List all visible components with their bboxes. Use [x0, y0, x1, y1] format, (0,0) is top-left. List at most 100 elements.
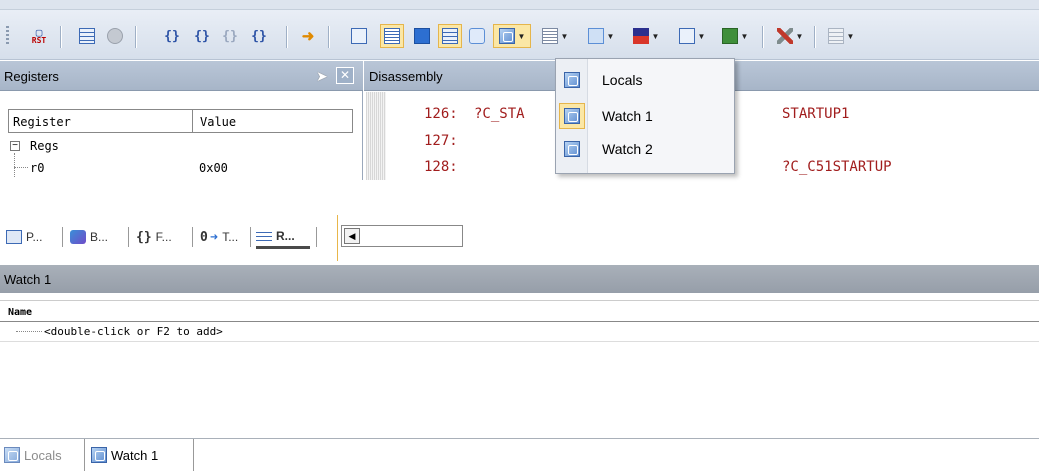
- registers-window-button[interactable]: [438, 24, 462, 48]
- run-button[interactable]: [75, 24, 99, 48]
- menu-icon-box: [559, 67, 585, 93]
- arrow-right-icon: ➜: [209, 231, 219, 243]
- chevron-down-icon: ▼: [517, 31, 526, 41]
- command-window-icon: [351, 28, 367, 44]
- tab-label: R...: [276, 228, 295, 243]
- value-column-header[interactable]: Value: [200, 115, 236, 129]
- tab-functions[interactable]: {} F...: [136, 225, 172, 249]
- tab-templates[interactable]: 0 ➜ T...: [200, 225, 238, 249]
- watch-column-header: Name: [0, 300, 1039, 322]
- tab-label: P...: [26, 230, 43, 244]
- tab-separator: [316, 227, 317, 247]
- code-operand: STARTUP1: [782, 106, 850, 122]
- system-viewer-dropdown[interactable]: ▼: [716, 24, 754, 48]
- trace-windows-dropdown[interactable]: ▼: [673, 24, 711, 48]
- chevron-down-icon: ▼: [697, 31, 706, 41]
- register-row[interactable]: r0 0x00: [14, 153, 314, 179]
- name-column-header[interactable]: Name: [8, 307, 32, 318]
- menu-item-watch-1[interactable]: Watch 1: [558, 101, 732, 131]
- close-icon[interactable]: ✕: [336, 67, 354, 84]
- toolbox-dropdown[interactable]: ▼: [771, 24, 809, 48]
- menu-icon-box: [559, 103, 585, 129]
- tab-books[interactable]: B...: [70, 225, 108, 249]
- symbols-window-button[interactable]: [410, 24, 434, 48]
- column-divider[interactable]: [192, 110, 193, 132]
- disassembly-title: Disassembly: [369, 69, 443, 84]
- tab-label: Watch 1: [111, 447, 159, 463]
- collapse-icon[interactable]: −: [10, 141, 20, 151]
- step-into-button[interactable]: {}: [160, 24, 184, 48]
- tab-label: F...: [155, 230, 172, 244]
- trace-windows-icon: [678, 28, 695, 44]
- chevron-down-icon: ▼: [846, 31, 855, 41]
- project-icon: [6, 230, 22, 244]
- register-value[interactable]: 0x00: [199, 161, 228, 175]
- chevron-down-icon: ▼: [740, 31, 749, 41]
- tab-label: Locals: [24, 447, 62, 463]
- disassembly-window-icon: [384, 28, 400, 44]
- locals-icon: [564, 72, 580, 88]
- line-number: 127:: [424, 133, 458, 149]
- step-over-icon: {}: [194, 28, 210, 44]
- watch-windows-icon: [498, 28, 515, 44]
- tab-locals[interactable]: Locals: [4, 439, 62, 471]
- show-next-statement-button[interactable]: ➜: [296, 24, 320, 48]
- tab-separator: [62, 227, 63, 247]
- stop-button[interactable]: [103, 24, 127, 48]
- serial-windows-dropdown[interactable]: ▼: [582, 24, 620, 48]
- watch-icon: [564, 141, 580, 157]
- register-name: r0: [30, 161, 45, 175]
- watch-tab-strip: Locals Watch 1: [0, 438, 1039, 473]
- watch-windows-menu: Locals Watch 1 Watch 2: [555, 58, 735, 174]
- menu-item-watch-2[interactable]: Watch 2: [558, 134, 732, 164]
- watch-windows-dropdown[interactable]: ▼: [493, 24, 531, 48]
- step-out-button[interactable]: {}: [218, 24, 242, 48]
- toolbar-grip[interactable]: [6, 26, 9, 46]
- memory-windows-dropdown[interactable]: ▼: [536, 24, 574, 48]
- register-column-header[interactable]: Register: [13, 115, 71, 129]
- scroll-left-icon[interactable]: ◀: [344, 228, 360, 244]
- command-window-button[interactable]: [347, 24, 371, 48]
- symbols-window-icon: [414, 28, 430, 44]
- watch-title: Watch 1: [4, 272, 52, 287]
- tab-watch-1[interactable]: Watch 1: [84, 439, 194, 471]
- toolbar-separator: [814, 26, 815, 48]
- menu-item-locals[interactable]: Locals: [558, 65, 732, 95]
- tab-label: B...: [90, 230, 109, 244]
- menu-icon-box: [559, 136, 585, 162]
- watch-icon: [564, 108, 580, 124]
- project-tab-strip: P... B... {} F... 0 ➜ T... R...: [0, 215, 1039, 261]
- reset-button[interactable]: ▢ RST: [27, 24, 51, 48]
- step-into-icon: {}: [164, 28, 180, 44]
- tab-separator: [250, 227, 251, 247]
- watch-add-row[interactable]: <double-click or F2 to add>: [0, 322, 1039, 342]
- disassembly-gutter[interactable]: [366, 92, 386, 180]
- chevron-down-icon: ▼: [651, 31, 660, 41]
- call-stack-window-button[interactable]: [465, 24, 489, 48]
- horizontal-scrollbar[interactable]: ◀: [341, 225, 463, 247]
- panel-splitter[interactable]: [337, 215, 338, 261]
- line-number: 128:: [424, 159, 458, 175]
- tab-registers[interactable]: R...: [256, 225, 310, 249]
- toolbox-icon: [776, 28, 793, 44]
- tab-separator: [128, 227, 129, 247]
- show-next-statement-icon: ➜: [301, 28, 315, 45]
- chevron-down-icon: ▼: [606, 31, 615, 41]
- tab-project[interactable]: P...: [6, 225, 42, 249]
- run-icon: [79, 28, 95, 44]
- registers-title: Registers: [4, 69, 59, 84]
- memory-windows-icon: [541, 28, 558, 44]
- menu-item-label: Locals: [602, 72, 643, 88]
- debug-restore-dropdown[interactable]: ▼: [822, 24, 860, 48]
- run-to-cursor-button[interactable]: {}: [247, 24, 271, 48]
- pin-icon[interactable]: ➤: [316, 68, 328, 85]
- registers-column-header: Register Value: [8, 109, 353, 133]
- registers-title-bar: Registers ➤ ✕: [0, 61, 363, 91]
- step-out-icon: {}: [222, 28, 238, 44]
- disassembly-window-button[interactable]: [380, 24, 404, 48]
- analysis-windows-dropdown[interactable]: ▼: [627, 24, 665, 48]
- tree-line: [14, 153, 15, 177]
- tab-separator: [192, 227, 193, 247]
- step-over-button[interactable]: {}: [190, 24, 214, 48]
- debug-restore-icon: [827, 28, 844, 44]
